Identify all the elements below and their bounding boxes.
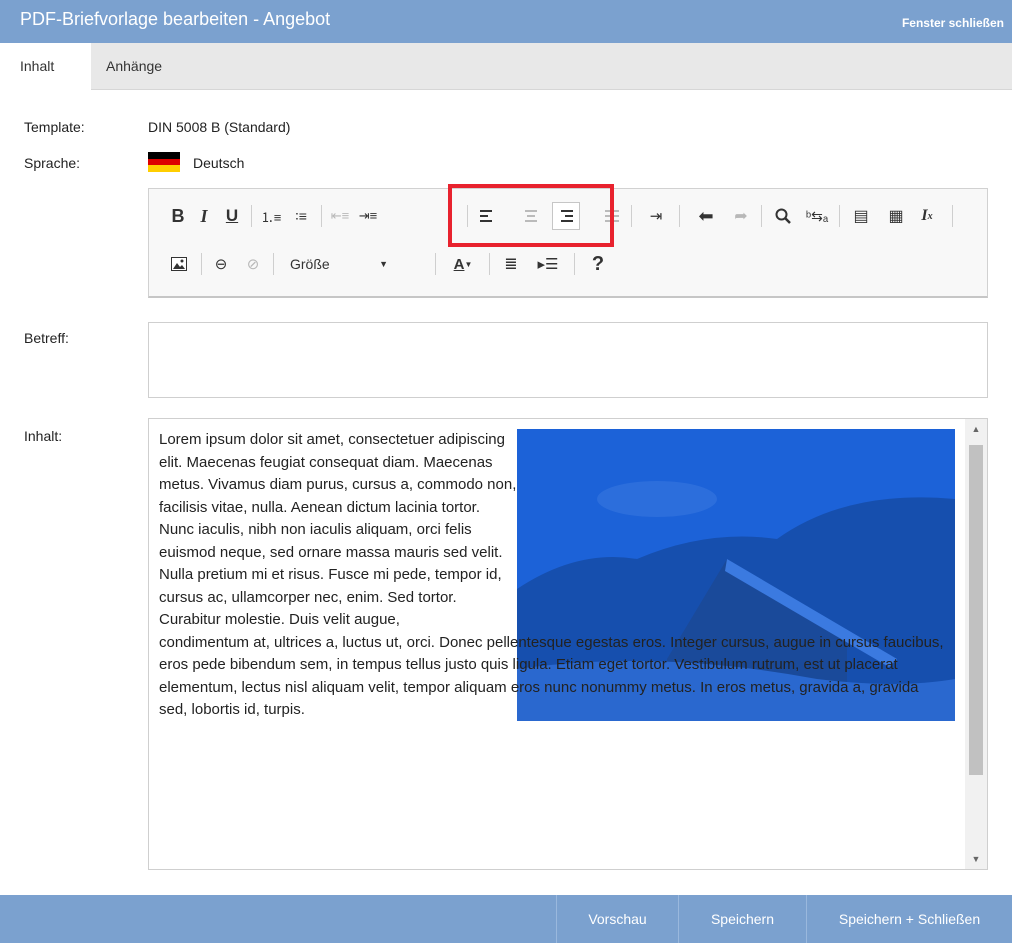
preview-button[interactable]: Vorschau: [556, 895, 678, 943]
tab-anhaenge[interactable]: Anhänge: [106, 43, 162, 90]
content-editor[interactable]: Lorem ipsum dolor sit amet, consectetuer…: [148, 418, 988, 870]
highlight-box: [448, 184, 614, 247]
close-window-button[interactable]: Fenster schließen: [902, 16, 1004, 30]
subject-input[interactable]: [148, 322, 988, 398]
numbered-list-icon[interactable]: ⒈≡: [259, 203, 283, 229]
line-height-icon[interactable]: ≣: [499, 251, 523, 277]
bold-button[interactable]: B: [167, 203, 189, 229]
footer-bar: Vorschau Speichern Speichern + Schließen: [0, 895, 1012, 943]
remove-format-icon[interactable]: Ix: [914, 203, 940, 229]
template-value: DIN 5008 B (Standard): [148, 119, 291, 135]
tab-inhalt[interactable]: Inhalt: [0, 43, 91, 91]
subject-label: Betreff:: [24, 330, 69, 346]
unlink-icon[interactable]: ⊘: [241, 251, 265, 277]
content-text-full: condimentum at, ultrices a, luctus ut, o…: [159, 633, 944, 719]
bullet-list-icon[interactable]: ∶≡: [289, 203, 313, 229]
window-title: PDF-Briefvorlage bearbeiten - Angebot: [20, 9, 331, 29]
window-title-bar: PDF-Briefvorlage bearbeiten - Angebot Fe…: [0, 0, 1012, 43]
undo-icon[interactable]: ⬅: [694, 203, 718, 229]
insert-list-icon[interactable]: ▸☰: [534, 251, 562, 277]
save-button[interactable]: Speichern: [678, 895, 806, 943]
content-label: Inhalt:: [24, 428, 63, 444]
underline-button[interactable]: U: [221, 203, 243, 229]
font-size-select[interactable]: Größe ▼: [284, 251, 394, 277]
help-button[interactable]: ?: [589, 251, 607, 277]
scroll-up-icon[interactable]: ▲: [965, 419, 987, 439]
chevron-down-icon: ▼: [379, 259, 388, 269]
italic-button[interactable]: I: [193, 203, 215, 229]
select-all-icon[interactable]: ▦: [884, 203, 908, 229]
scroll-down-icon[interactable]: ▼: [965, 849, 987, 869]
content-text-column: Lorem ipsum dolor sit amet, consectetuer…: [159, 431, 517, 628]
link-icon[interactable]: ⊖: [209, 251, 233, 277]
image-icon[interactable]: [167, 251, 191, 277]
tab-bar: Inhalt Anhänge: [0, 43, 1012, 91]
scrollbar-thumb[interactable]: [969, 445, 983, 775]
template-label: Template:: [24, 119, 85, 135]
save-close-button[interactable]: Speichern + Schließen: [806, 895, 1012, 943]
font-size-label: Größe: [290, 256, 330, 272]
show-blocks-icon[interactable]: ▤: [849, 203, 873, 229]
outdent-icon[interactable]: ⇤≡: [329, 203, 351, 229]
german-flag-icon: [148, 152, 180, 172]
language-value: Deutsch: [193, 155, 245, 171]
replace-icon[interactable]: ᵇ⇆ₐ: [804, 203, 830, 229]
search-icon[interactable]: [771, 203, 795, 229]
content-text: Lorem ipsum dolor sit amet, consectetuer…: [159, 429, 945, 722]
tab-indent-icon[interactable]: ⇥: [643, 203, 669, 229]
indent-icon[interactable]: ⇥≡: [357, 203, 379, 229]
redo-icon[interactable]: ➦: [729, 203, 753, 229]
editor-scrollbar[interactable]: ▲ ▼: [965, 419, 987, 869]
text-color-icon[interactable]: A ▼: [445, 251, 481, 277]
language-label: Sprache:: [24, 155, 81, 171]
